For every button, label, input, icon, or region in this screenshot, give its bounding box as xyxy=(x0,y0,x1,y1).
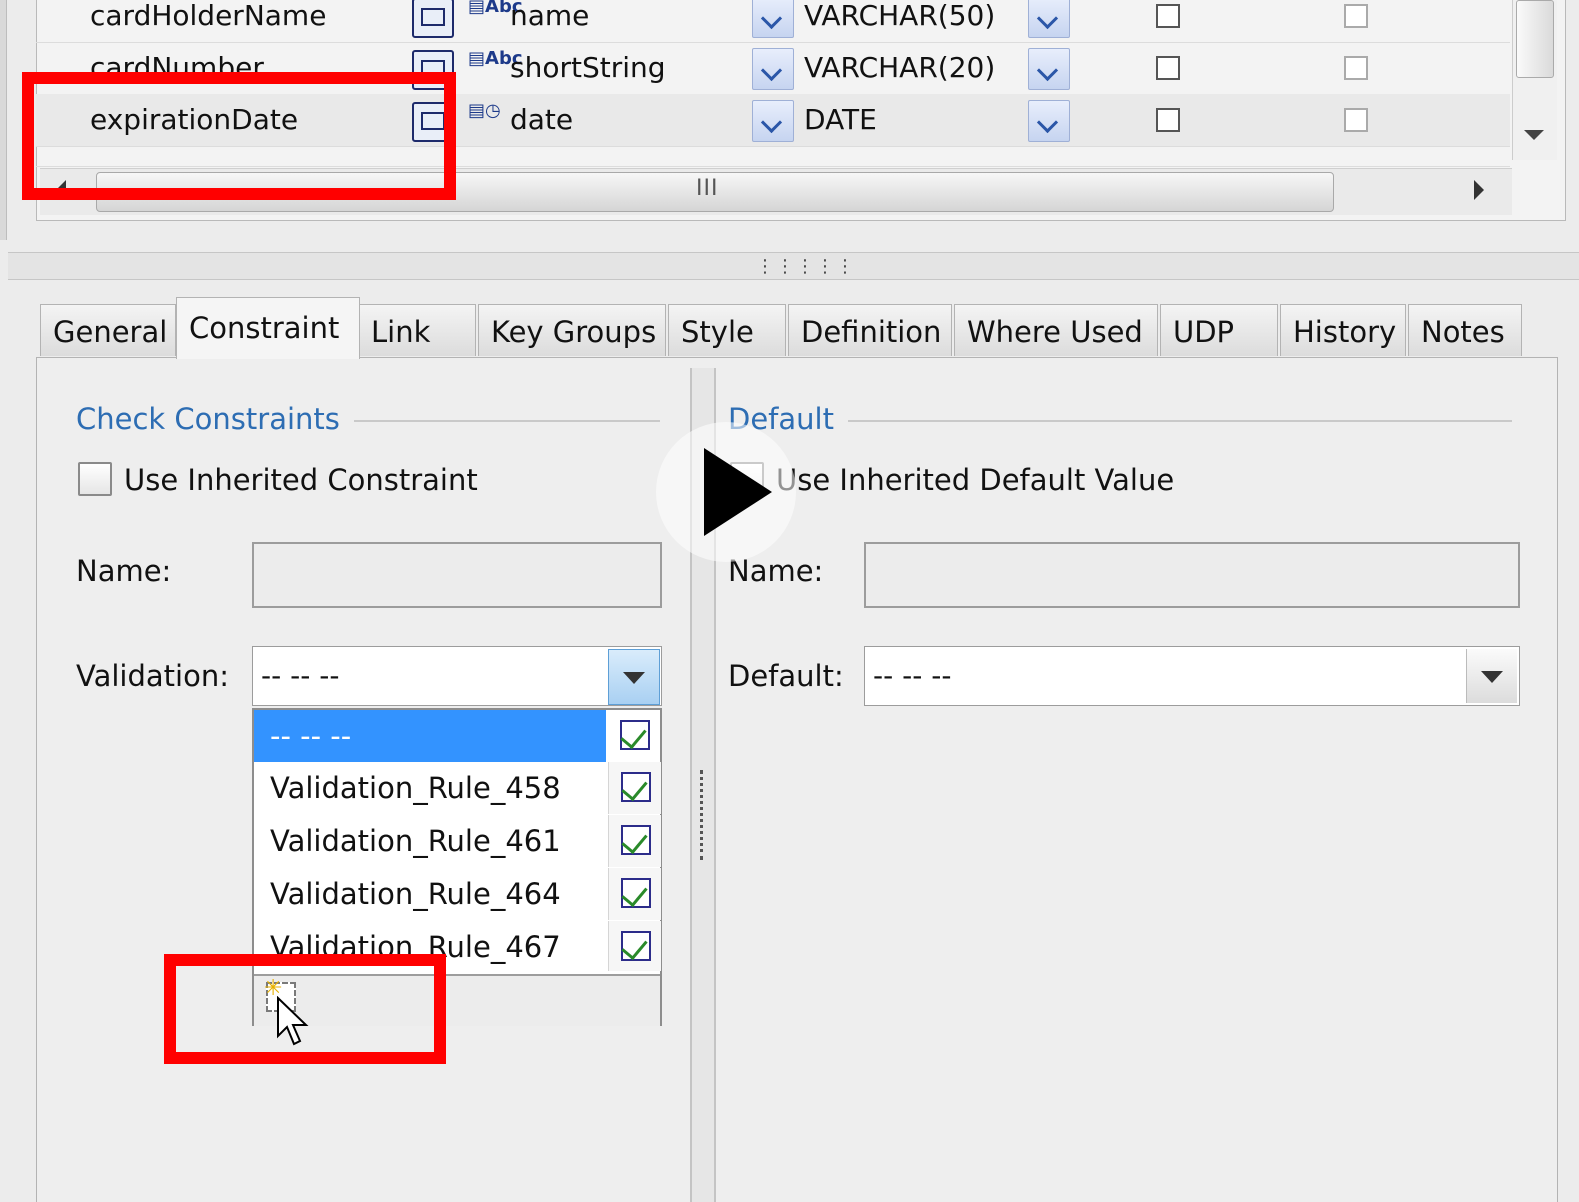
constraint-name-label: Name: xyxy=(76,554,172,588)
domain-name: name xyxy=(510,0,590,32)
edit-rule-icon[interactable] xyxy=(608,762,661,814)
tab-link[interactable]: Link xyxy=(358,304,476,356)
attribute-name: cardHolderName xyxy=(90,0,327,32)
grid-left-edge xyxy=(0,0,7,240)
datatype-dropdown-button[interactable] xyxy=(1028,0,1070,38)
tab-key-groups[interactable]: Key Groups xyxy=(478,304,666,356)
divider-grip-icon[interactable] xyxy=(700,770,707,860)
domain-dropdown-button[interactable] xyxy=(752,100,794,142)
null-checkbox[interactable] xyxy=(1156,4,1180,28)
annotation-highlight-box xyxy=(22,72,456,200)
tab-udp[interactable]: UDP xyxy=(1160,304,1278,356)
scroll-right-arrow-icon[interactable] xyxy=(1474,180,1484,200)
section-divider xyxy=(354,420,660,422)
play-icon[interactable] xyxy=(656,422,796,562)
splitter-grip-icon[interactable]: ⋮⋮⋮⋮⋮ xyxy=(756,256,856,277)
domain-name: date xyxy=(510,103,574,136)
default-select[interactable]: -- -- -- xyxy=(864,646,1520,706)
option-blank-cell xyxy=(608,710,660,762)
datatype-value: DATE xyxy=(804,103,877,136)
edit-rule-icon[interactable] xyxy=(608,868,661,920)
pk-checkbox[interactable] xyxy=(1344,56,1368,80)
table-row[interactable]: cardHolderName ▤Abc name VARCHAR(50) xyxy=(36,0,1510,43)
edit-rule-icon[interactable] xyxy=(608,815,661,867)
validation-option[interactable]: Validation_Rule_461 xyxy=(254,815,606,867)
domain-name: shortString xyxy=(510,51,666,84)
constraint-name-field[interactable] xyxy=(252,542,662,608)
default-name-field[interactable] xyxy=(864,542,1520,608)
pk-checkbox[interactable] xyxy=(1344,4,1368,28)
edit-rule-icon[interactable] xyxy=(608,921,661,971)
validation-label: Validation: xyxy=(76,659,229,693)
default-value-label: Default: xyxy=(728,659,844,693)
validation-select-value: -- -- -- xyxy=(261,659,340,692)
tab-constraint[interactable]: Constraint xyxy=(176,297,360,359)
use-inherited-constraint-checkbox[interactable] xyxy=(78,462,112,496)
domain-dropdown-button[interactable] xyxy=(752,0,794,38)
validation-option[interactable]: Validation_Rule_458 xyxy=(254,762,606,814)
use-inherited-default-label: Use Inherited Default Value xyxy=(776,463,1175,497)
pk-checkbox[interactable] xyxy=(1344,108,1368,132)
tab-history[interactable]: History xyxy=(1280,304,1406,356)
datatype-dropdown-button[interactable] xyxy=(1028,100,1070,142)
validation-dropdown-arrow-icon[interactable] xyxy=(608,649,660,705)
tab-general[interactable]: General xyxy=(40,304,176,356)
validation-option[interactable]: Validation_Rule_464 xyxy=(254,868,606,920)
check-constraints-title: Check Constraints xyxy=(76,402,340,436)
tab-notes[interactable]: Notes xyxy=(1408,304,1522,356)
null-checkbox[interactable] xyxy=(1156,108,1180,132)
validation-option[interactable]: -- -- -- xyxy=(254,710,606,762)
annotation-highlight-box xyxy=(164,954,446,1064)
default-select-value: -- -- -- xyxy=(873,659,952,692)
column-icon xyxy=(412,0,454,38)
tab-where-used[interactable]: Where Used xyxy=(954,304,1158,356)
domain-dropdown-button[interactable] xyxy=(752,48,794,90)
scroll-grip: III xyxy=(696,176,719,201)
tab-definition[interactable]: Definition xyxy=(788,304,952,356)
tab-style[interactable]: Style xyxy=(668,304,786,356)
datatype-value: VARCHAR(20) xyxy=(804,51,996,84)
domain-date-icon: ▤◷ xyxy=(468,100,501,121)
section-divider xyxy=(848,420,1512,422)
scroll-down-arrow-icon[interactable] xyxy=(1524,130,1544,140)
default-dropdown-arrow-icon[interactable] xyxy=(1466,649,1517,703)
datatype-dropdown-button[interactable] xyxy=(1028,48,1070,90)
vertical-scroll-thumb[interactable] xyxy=(1516,0,1554,78)
null-checkbox[interactable] xyxy=(1156,56,1180,80)
validation-select[interactable]: -- -- -- xyxy=(252,646,662,706)
datatype-value: VARCHAR(50) xyxy=(804,0,996,32)
use-inherited-constraint-label: Use Inherited Constraint xyxy=(124,463,478,497)
